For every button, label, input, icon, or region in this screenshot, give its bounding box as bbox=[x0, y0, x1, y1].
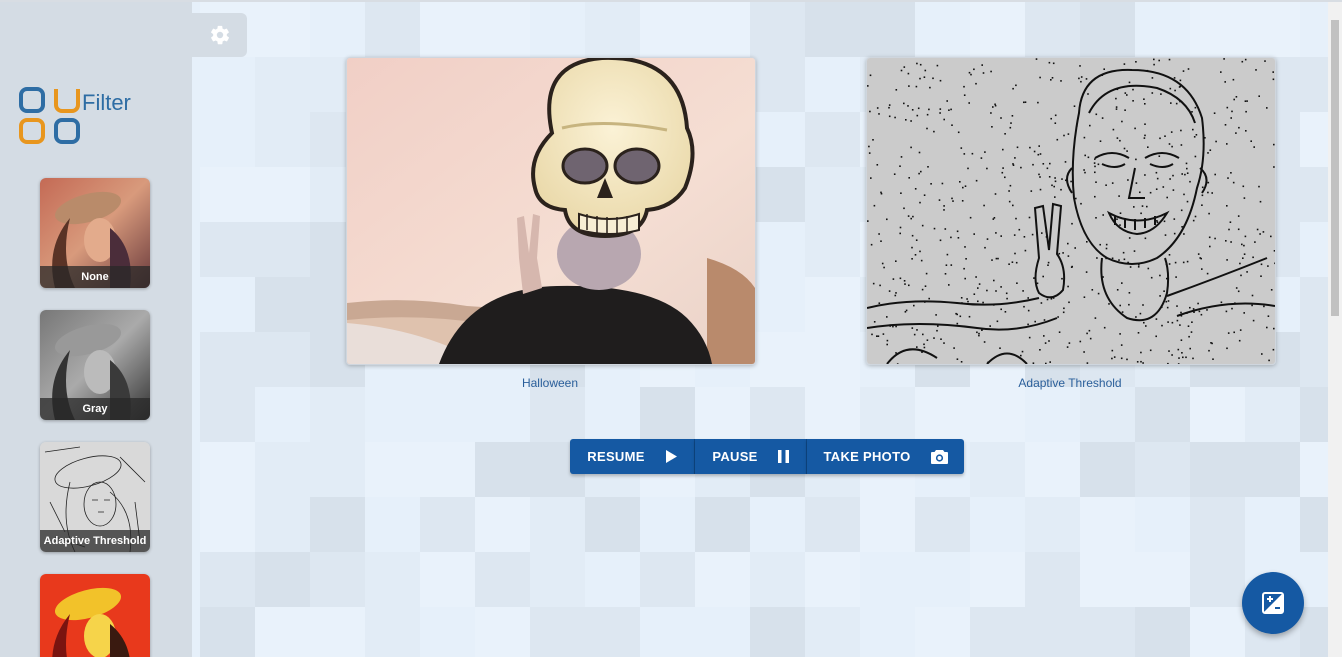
image-filter-fab-button[interactable] bbox=[1242, 572, 1304, 634]
camera-icon bbox=[930, 450, 948, 464]
filter-label: Adaptive Threshold bbox=[40, 530, 150, 552]
vertical-scrollbar[interactable] bbox=[1328, 2, 1342, 657]
settings-button[interactable] bbox=[192, 13, 247, 57]
gear-icon bbox=[210, 25, 229, 45]
sidebar: Filter None Gray Adaptive Threshold bbox=[0, 2, 192, 657]
halloween-video-frame bbox=[347, 58, 755, 364]
take-photo-label: TAKE PHOTO bbox=[823, 449, 911, 464]
playback-controls: RESUME PAUSE TAKE PHOTO bbox=[570, 439, 964, 474]
filter-thumb-adaptive-threshold[interactable]: Adaptive Threshold bbox=[40, 442, 150, 552]
play-icon bbox=[665, 450, 677, 463]
pause-button[interactable]: PAUSE bbox=[695, 439, 807, 474]
caption-halloween: Halloween bbox=[521, 376, 579, 390]
pause-label: PAUSE bbox=[712, 449, 758, 464]
scrollbar-thumb[interactable] bbox=[1331, 20, 1339, 316]
resume-label: RESUME bbox=[587, 449, 645, 464]
image-filter-icon bbox=[1262, 592, 1284, 614]
caption-adaptive-threshold: Adaptive Threshold bbox=[1018, 376, 1122, 390]
resume-button[interactable]: RESUME bbox=[570, 439, 695, 474]
filter-label: None bbox=[40, 266, 150, 288]
threshold-video-frame bbox=[867, 58, 1275, 364]
filter-thumb-fourth[interactable] bbox=[40, 574, 150, 657]
take-photo-button[interactable]: TAKE PHOTO bbox=[807, 439, 964, 474]
video-panel-halloween bbox=[346, 57, 756, 365]
pause-icon bbox=[777, 450, 789, 463]
filter-thumb-gray[interactable]: Gray bbox=[40, 310, 150, 420]
video-panel-adaptive-threshold bbox=[866, 57, 1276, 365]
filter-thumb-none[interactable]: None bbox=[40, 178, 150, 288]
filter-label: Gray bbox=[40, 398, 150, 420]
lena-color-filter-image bbox=[40, 574, 150, 657]
logo-text: Filter bbox=[82, 90, 131, 115]
